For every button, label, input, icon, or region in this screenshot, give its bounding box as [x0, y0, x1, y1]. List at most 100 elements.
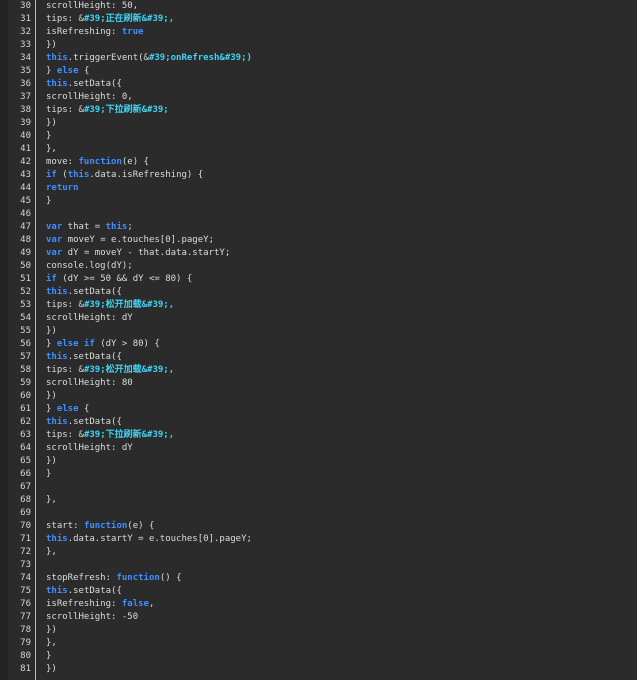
code-token: (dY >= 50 && dY <= 80) {	[56, 274, 193, 284]
code-line[interactable]: 50 console.log(dY);	[0, 260, 601, 273]
code-line[interactable]: 62 this.setData({	[0, 416, 601, 429]
code-line[interactable]: 32 isRefreshing: true	[0, 26, 601, 39]
code-line[interactable]: 48 var moveY = e.touches[0].pageY;	[0, 234, 601, 247]
code-line[interactable]: 64 scrollHeight: dY	[0, 442, 601, 455]
line-number: 48	[20, 235, 31, 245]
code-line[interactable]: 81})	[0, 663, 601, 676]
code-token: })	[46, 391, 57, 401]
code-text: },	[46, 546, 57, 559]
code-line[interactable]: 37 scrollHeight: 0,	[0, 91, 601, 104]
code-line[interactable]: 68},	[0, 494, 601, 507]
keyword-token: var	[46, 248, 63, 258]
line-number: 30	[20, 1, 31, 11]
code-line[interactable]: 46	[0, 208, 601, 221]
code-text: isRefreshing: false,	[46, 598, 154, 611]
keyword-token: if	[46, 274, 57, 284]
line-number: 69	[20, 508, 31, 518]
line-number: 33	[20, 40, 31, 50]
code-line[interactable]: 67	[0, 481, 601, 494]
code-line[interactable]: 47 var that = this;	[0, 221, 601, 234]
code-text: scrollHeight: dY	[46, 312, 133, 325]
code-line[interactable]: 70 start: function(e) {	[0, 520, 601, 533]
code-line[interactable]: 63 tips: &#39;下拉刷新&#39;,	[0, 429, 601, 442]
code-line[interactable]: 76 isRefreshing: false,	[0, 598, 601, 611]
code-line[interactable]: 58 tips: &#39;松开加载&#39;,	[0, 364, 601, 377]
code-token: .data.isRefreshing) {	[89, 170, 204, 180]
code-text: this.data.startY = e.touches[0].pageY;	[46, 533, 252, 546]
code-line[interactable]: 45}	[0, 195, 601, 208]
keyword-token: function	[116, 573, 160, 583]
code-token: (e) {	[121, 157, 149, 167]
code-line[interactable]: 72},	[0, 546, 601, 559]
code-text: })	[46, 325, 57, 338]
code-line[interactable]: 61} else {	[0, 403, 601, 416]
code-token: })	[46, 664, 57, 674]
code-line[interactable]: 33})	[0, 39, 601, 52]
code-token: }	[46, 66, 57, 76]
code-line[interactable]: 65})	[0, 455, 601, 468]
code-token: start:	[46, 521, 84, 531]
line-number: 39	[20, 118, 31, 128]
code-line[interactable]: 56} else if (dY > 80) {	[0, 338, 601, 351]
code-text: tips: &#39;松开加载&#39;,	[46, 364, 174, 377]
code-text: if (this.data.isRefreshing) {	[46, 169, 203, 182]
code-token: },	[46, 638, 57, 648]
line-number: 57	[20, 352, 31, 362]
code-line[interactable]: 73	[0, 559, 601, 572]
line-number: 53	[20, 300, 31, 310]
code-line[interactable]: 49 var dY = moveY - that.data.startY;	[0, 247, 601, 260]
code-line[interactable]: 35} else {	[0, 65, 601, 78]
code-line[interactable]: 78})	[0, 624, 601, 637]
code-text: tips: &#39;松开加载&#39;,	[46, 299, 174, 312]
code-line[interactable]: 42 move: function(e) {	[0, 156, 601, 169]
code-line[interactable]: 44 return	[0, 182, 601, 195]
code-line[interactable]: 74 stopRefresh: function() {	[0, 572, 601, 585]
code-line[interactable]: 71 this.data.startY = e.touches[0].pageY;	[0, 533, 601, 546]
code-line[interactable]: 79},	[0, 637, 601, 650]
line-number: 81	[20, 664, 31, 674]
code-line[interactable]: 54 scrollHeight: dY	[0, 312, 601, 325]
code-line[interactable]: 31 tips: &#39;正在刷新&#39;,	[0, 13, 601, 26]
code-line[interactable]: 57 this.setData({	[0, 351, 601, 364]
code-token: }	[46, 404, 57, 414]
line-number: 58	[20, 365, 31, 375]
code-text: },	[46, 143, 57, 156]
code-line[interactable]: 60})	[0, 390, 601, 403]
code-line[interactable]: 77 scrollHeight: -50	[0, 611, 601, 624]
code-line[interactable]: 34 this.triggerEvent(&#39;onRefresh&#39;)	[0, 52, 601, 65]
code-line[interactable]: 75 this.setData({	[0, 585, 601, 598]
line-number: 73	[20, 560, 31, 570]
code-token: isRefreshing:	[46, 599, 122, 609]
line-number: 52	[20, 287, 31, 297]
code-token: tips: &	[46, 430, 84, 440]
code-line[interactable]: 53 tips: &#39;松开加载&#39;,	[0, 299, 601, 312]
code-line[interactable]: 52 this.setData({	[0, 286, 601, 299]
code-line[interactable]: 59 scrollHeight: 80	[0, 377, 601, 390]
line-number: 64	[20, 443, 31, 453]
code-line[interactable]: 66}	[0, 468, 601, 481]
string-token: #39;下拉刷新&#39;	[83, 105, 169, 115]
code-line[interactable]: 80}	[0, 650, 601, 663]
string-token: #39;正在刷新&#39;,	[83, 14, 175, 24]
code-line[interactable]: 41},	[0, 143, 601, 156]
string-token: #39;onRefresh&#39;)	[148, 53, 252, 63]
code-line[interactable]: 55})	[0, 325, 601, 338]
code-line[interactable]: 69	[0, 507, 601, 520]
code-line[interactable]: 38 tips: &#39;下拉刷新&#39;	[0, 104, 601, 117]
keyword-token: false	[121, 599, 149, 609]
code-line[interactable]: 43 if (this.data.isRefreshing) {	[0, 169, 601, 182]
code-editor[interactable]: 30 scrollHeight: 50, 31 tips: &#39;正在刷新&#39…	[0, 0, 637, 680]
code-token: scrollHeight: 50,	[46, 1, 139, 11]
code-line[interactable]: 39})	[0, 117, 601, 130]
keyword-token: else	[56, 66, 79, 76]
code-line[interactable]: 51 if (dY >= 50 && dY <= 80) {	[0, 273, 601, 286]
code-token: .triggerEvent(&	[67, 53, 149, 63]
line-number: 74	[20, 573, 31, 583]
code-text: } else {	[46, 403, 89, 416]
code-text: move: function(e) {	[46, 156, 149, 169]
code-text: })	[46, 39, 57, 52]
code-line[interactable]: 30 scrollHeight: 50,	[0, 0, 601, 13]
code-line[interactable]: 36 this.setData({	[0, 78, 601, 91]
code-token: that =	[62, 222, 106, 232]
code-line[interactable]: 40}	[0, 130, 601, 143]
